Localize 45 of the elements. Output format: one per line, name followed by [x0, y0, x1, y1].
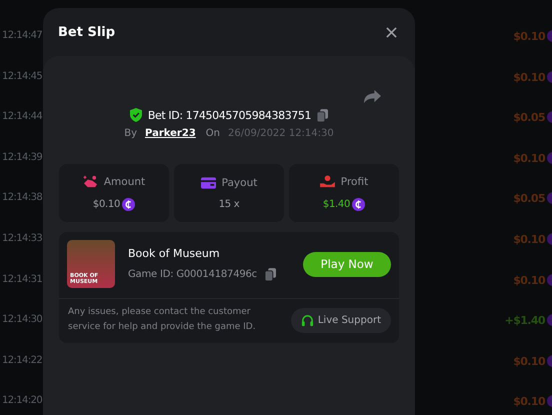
amount-text: $0.10 — [513, 152, 545, 165]
live-support-button[interactable]: Live Support — [290, 308, 391, 332]
amount-text: $0.10 — [513, 274, 545, 287]
time-text: 12:14:20 — [2, 395, 44, 406]
amount-text: $0.05 — [513, 192, 545, 206]
notice-text: Any issues, please contact the customer service for help and provide the game ID. — [68, 306, 257, 334]
hand-heart-icon — [320, 175, 335, 188]
time-text: 12:14:22 — [2, 354, 44, 366]
amount-text: $0.10 — [513, 232, 545, 246]
stat-value: $1.40 — [322, 199, 350, 210]
time-text: 12:14:30 — [2, 314, 44, 326]
time-text: 12:14:33 — [2, 232, 44, 244]
time-text: 12:14:38 — [2, 192, 44, 204]
stat-value: $0.10 — [92, 199, 120, 210]
amount-text: $0.05 — [513, 111, 545, 124]
amount-text: +$1.40 — [504, 314, 545, 328]
shield-check-icon — [130, 108, 142, 122]
hand-coins-icon — [82, 175, 98, 188]
bet-id-text: Bet ID: 1745045705984383751 — [148, 108, 312, 122]
game-id-text: Game ID: G00014187496c — [128, 269, 257, 280]
amount-text: $0.10 — [513, 30, 545, 43]
stat-value: 15 x — [218, 198, 240, 210]
time-text: 12:14:39 — [2, 152, 44, 163]
amount-text: $0.10 — [513, 354, 545, 368]
stat-label: Payout — [222, 176, 258, 188]
headphones-icon — [300, 314, 314, 326]
game-name: Book of Museum — [128, 247, 221, 260]
time-text: 12:14:44 — [2, 111, 44, 122]
username-link[interactable]: Parker23 — [145, 128, 196, 139]
time-text: 12:14:31 — [2, 274, 44, 285]
modal-title: Bet Slip — [58, 24, 116, 40]
stat-label: Amount — [104, 176, 146, 188]
on-label: On — [206, 128, 220, 139]
copy-icon[interactable] — [264, 268, 276, 281]
stat-label: Profit — [340, 176, 368, 188]
share-icon[interactable] — [363, 89, 382, 104]
time-text: 12:14:45 — [2, 70, 44, 82]
close-button[interactable] — [384, 24, 399, 40]
copy-icon[interactable] — [317, 108, 328, 122]
date-text: 26/09/2022 12:14:30 — [228, 128, 334, 139]
amount-text: $0.10 — [513, 70, 545, 84]
amount-text: $0.10 — [513, 395, 545, 408]
wallet-icon — [200, 176, 216, 188]
time-text: 12:14:47 — [2, 30, 44, 41]
by-label: By — [124, 128, 138, 139]
